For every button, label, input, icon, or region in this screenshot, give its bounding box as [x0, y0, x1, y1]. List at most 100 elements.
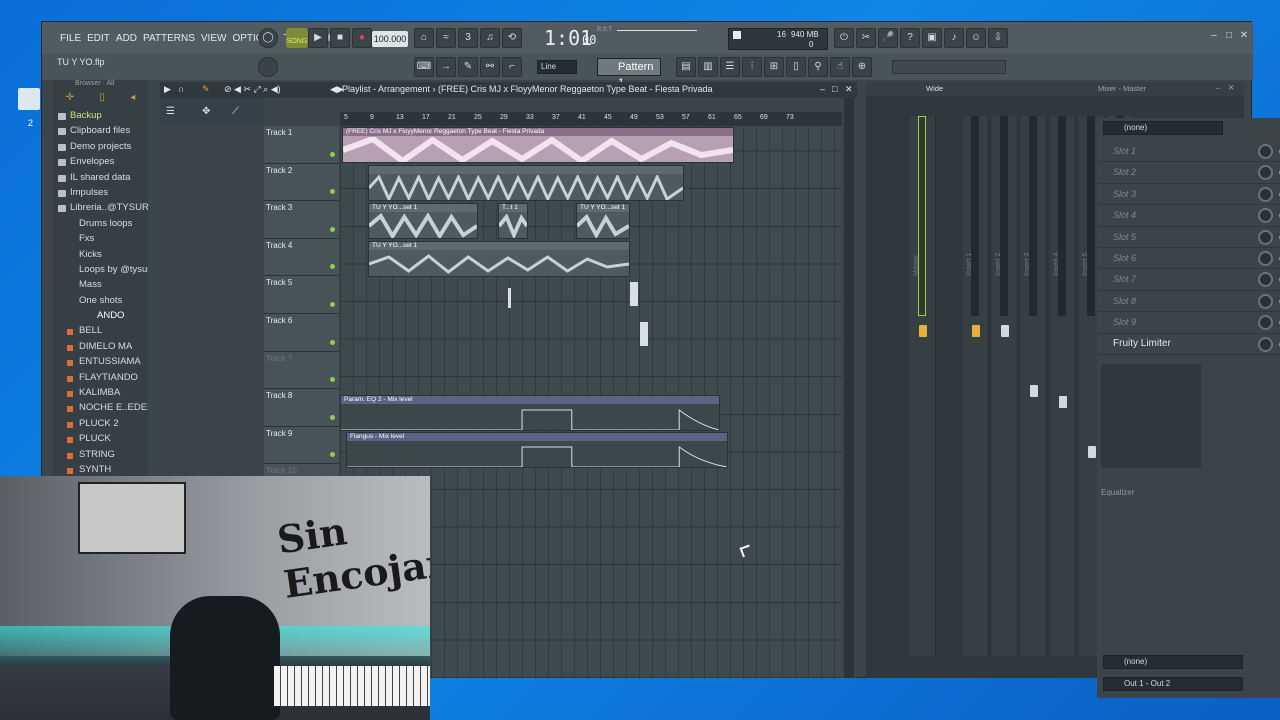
fx-mix-knob[interactable]: [1258, 229, 1273, 245]
route-dropdown[interactable]: (none): [1103, 655, 1243, 669]
song-mode-button[interactable]: SONG: [286, 28, 308, 48]
eq-display[interactable]: [1101, 364, 1201, 468]
menu-file[interactable]: FILE: [60, 33, 81, 44]
mixer-strip[interactable]: Master: [910, 116, 936, 656]
browser-item[interactable]: ENTUSSIAMA: [53, 356, 148, 371]
maximize-icon[interactable]: □: [1223, 30, 1235, 42]
volume-fader[interactable]: [1059, 396, 1067, 408]
fx-mix-knob[interactable]: [1258, 315, 1273, 331]
pattern-selector[interactable]: Pattern 1: [597, 58, 661, 89]
menu-patterns[interactable]: PATTERNS: [143, 33, 195, 44]
track-mute-led[interactable]: [330, 189, 335, 195]
piano-icon[interactable]: ♪: [944, 28, 964, 48]
track-header[interactable]: Track 2: [264, 163, 339, 202]
browser-item[interactable]: Fxs: [53, 233, 148, 248]
browser-add-icon[interactable]: ✛: [66, 92, 74, 110]
wait-icon[interactable]: ≈: [436, 28, 456, 48]
audio-clip-track-3b[interactable]: T...t 1: [498, 203, 528, 239]
playlist-snap-icon[interactable]: ∩: [178, 84, 184, 94]
fx-mix-knob[interactable]: [1258, 272, 1273, 288]
browser-item[interactable]: Mass: [53, 279, 148, 294]
minimize-icon[interactable]: –: [1208, 30, 1220, 42]
mixer-minimize-icon[interactable]: –: [1216, 83, 1220, 92]
track-header[interactable]: Track 1: [264, 126, 339, 164]
snap-dropdown[interactable]: Line: [537, 60, 577, 74]
pencil-tool-icon[interactable]: ✎: [458, 57, 478, 77]
browser-item[interactable]: Drums loops: [53, 218, 148, 233]
browser-item[interactable]: IL shared data: [53, 172, 148, 187]
playlist-scrollbar[interactable]: [844, 98, 854, 678]
fx-slot[interactable]: Slot 7: [1097, 269, 1280, 291]
playlist-wand-icon[interactable]: ⟋: [232, 106, 239, 117]
timeline-ruler[interactable]: 5 9 13 17 21 25 29 33 37 41 45 49 53 57 61 65 69 73: [340, 112, 842, 126]
browser-item[interactable]: PLUCK: [53, 433, 148, 448]
track-mute-led[interactable]: [330, 226, 335, 232]
volume-fader[interactable]: [919, 325, 927, 337]
stamp-icon[interactable]: ⌐: [502, 57, 522, 77]
plugin-picker-icon[interactable]: ⚲: [808, 57, 828, 77]
browser-item[interactable]: ANDO: [53, 310, 148, 325]
playlist-menu-icon[interactable]: ☰: [166, 106, 175, 117]
playlist-pencil-icon[interactable]: ✎: [202, 84, 210, 95]
browser-item[interactable]: Libreria..@TYSURYY: [53, 202, 148, 217]
close-icon[interactable]: ✕: [1238, 30, 1250, 42]
fx-mix-knob[interactable]: [1258, 293, 1273, 309]
fx-slot[interactable]: Slot 5: [1097, 227, 1280, 248]
playlist-tools-icon[interactable]: ⊘ ◀ ✂ ⤢ ⌕ ◀): [224, 84, 281, 95]
audio-clip-track-5b[interactable]: [630, 282, 638, 306]
recycle-bin-icon[interactable]: [18, 88, 40, 110]
audio-clip-track-3c[interactable]: TU Y YO...set 1: [576, 203, 630, 239]
track-mute-led[interactable]: [330, 264, 335, 270]
record-knob-icon[interactable]: ◯: [258, 28, 278, 48]
playlist-move-icon[interactable]: ✥: [202, 106, 210, 117]
piano-roll-icon[interactable]: ▥: [698, 57, 718, 77]
mic-icon[interactable]: 🎤: [878, 28, 898, 48]
fx-slot[interactable]: Slot 6: [1097, 248, 1280, 270]
fx-slot[interactable]: Slot 2: [1097, 162, 1280, 184]
fx-slot[interactable]: Slot 4: [1097, 205, 1280, 227]
record-icon[interactable]: ●: [352, 28, 372, 48]
volume-fader[interactable]: [1001, 325, 1009, 337]
chat-icon[interactable]: ☺: [966, 28, 986, 48]
fx-slot[interactable]: Slot 1: [1097, 141, 1280, 163]
audio-clip-track-6[interactable]: [640, 322, 648, 346]
preset-dropdown[interactable]: (none): [1103, 121, 1223, 135]
stop-icon[interactable]: ■: [330, 28, 350, 48]
fx-slot-fruity-limiter[interactable]: Fruity Limiter: [1097, 334, 1280, 355]
playlist-play-icon[interactable]: ▶: [164, 84, 171, 95]
play-icon[interactable]: ▶: [308, 28, 328, 48]
fx-slot[interactable]: Slot 8: [1097, 291, 1280, 313]
master-volume-knob[interactable]: [258, 57, 278, 77]
browser-item[interactable]: PLUCK 2: [53, 418, 148, 433]
track-header[interactable]: Track 7: [264, 351, 339, 390]
track-header[interactable]: Track 4: [264, 238, 339, 277]
menu-view[interactable]: VIEW: [201, 33, 227, 44]
fx-slot[interactable]: Slot 3: [1097, 184, 1280, 206]
playlist-maximize-icon[interactable]: □: [832, 84, 837, 94]
output-dropdown[interactable]: Out 1 - Out 2: [1103, 677, 1243, 691]
browser-item[interactable]: NOCHE E..EDELLIN: [53, 402, 148, 417]
browser-item[interactable]: Impulses: [53, 187, 148, 202]
fx-mix-knob[interactable]: [1258, 165, 1273, 181]
track-header[interactable]: Track 8: [264, 389, 339, 427]
scissors-icon[interactable]: ✂: [856, 28, 876, 48]
playlist-minimize-icon[interactable]: –: [820, 84, 825, 94]
browser-item[interactable]: Clipboard files: [53, 125, 148, 140]
menu-edit[interactable]: EDIT: [87, 33, 110, 44]
mixer-icon[interactable]: ⫶: [742, 57, 762, 77]
menu-add[interactable]: ADD: [116, 33, 137, 44]
browser-back-icon[interactable]: ◂: [130, 92, 135, 110]
browser-item[interactable]: Backup: [53, 110, 148, 125]
mixer-view-label[interactable]: Wide: [926, 84, 943, 93]
save-icon[interactable]: ▣: [922, 28, 942, 48]
playlist-icon[interactable]: ▤: [676, 57, 696, 77]
browser-item[interactable]: KALIMBA: [53, 387, 148, 402]
automation-clip-track-8[interactable]: Param. EQ 2 - Mix level: [340, 395, 720, 431]
plugin-icon[interactable]: ⊞: [764, 57, 784, 77]
cart-icon[interactable]: ⊕: [852, 57, 872, 77]
track-mute-led[interactable]: [330, 414, 335, 420]
track-header[interactable]: Track 9: [264, 426, 339, 465]
step-icon[interactable]: 3: [458, 28, 478, 48]
mixer-strip[interactable]: Insert 2: [992, 116, 1018, 656]
track-mute-led[interactable]: [330, 377, 335, 383]
